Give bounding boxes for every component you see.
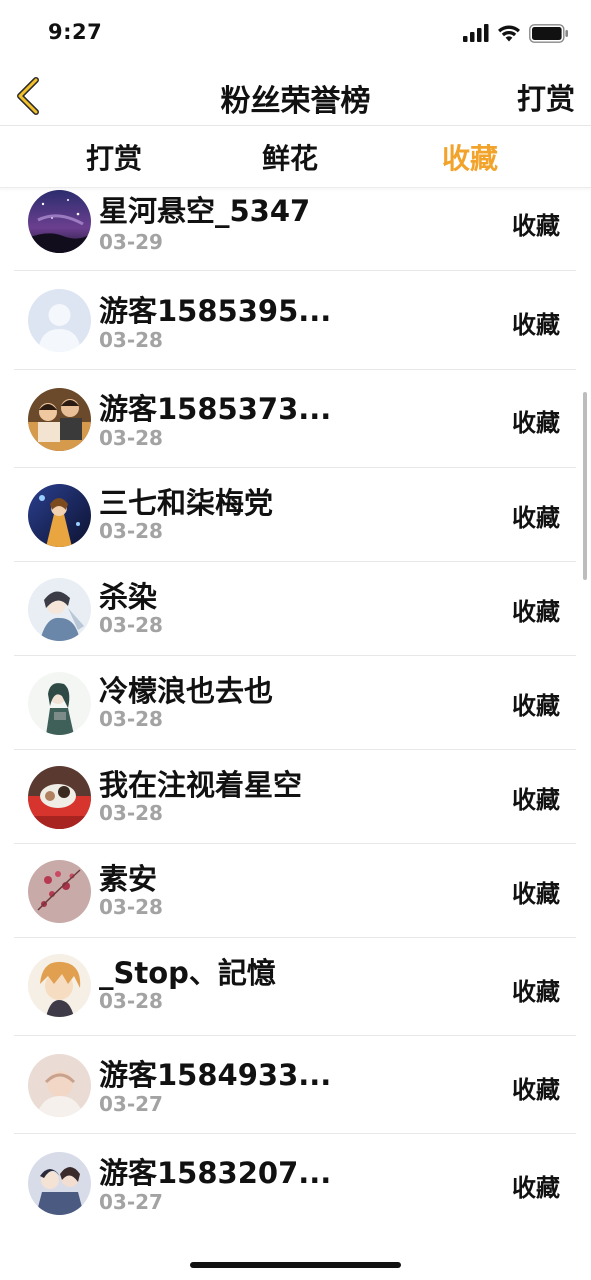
favorite-label: 收藏 bbox=[512, 692, 560, 720]
signal-icon bbox=[463, 24, 489, 42]
list-item[interactable]: 游客1583207... 03-27 收藏 bbox=[0, 1134, 591, 1232]
fan-name: 游客1585395... bbox=[99, 294, 332, 328]
favorite-label: 收藏 bbox=[512, 598, 560, 626]
list-item[interactable]: _Stop、記憶 03-28 收藏 bbox=[0, 938, 591, 1036]
avatar bbox=[28, 484, 91, 547]
list-item[interactable]: 游客1585395... 03-28 收藏 bbox=[0, 271, 591, 370]
fan-date: 03-28 bbox=[99, 328, 163, 352]
list-item[interactable]: 星河悬空_5347 03-29 收藏 bbox=[0, 188, 591, 271]
favorite-label: 收藏 bbox=[512, 212, 560, 240]
status-time: 9:27 bbox=[48, 20, 103, 44]
list-item[interactable]: 游客1585373... 03-28 收藏 bbox=[0, 370, 591, 468]
list-item[interactable]: 我在注视着星空 03-28 收藏 bbox=[0, 750, 591, 844]
avatar bbox=[28, 672, 91, 735]
home-indicator[interactable] bbox=[190, 1262, 401, 1268]
fan-date: 03-28 bbox=[99, 519, 163, 543]
favorite-label: 收藏 bbox=[512, 504, 560, 532]
tab-reward[interactable]: 打赏 bbox=[86, 137, 142, 177]
favorite-label: 收藏 bbox=[512, 786, 560, 814]
battery-icon bbox=[529, 24, 568, 43]
fan-name: 杀染 bbox=[99, 580, 158, 614]
fan-name: 冷檬浪也去也 bbox=[99, 674, 274, 708]
page-title: 粉丝荣誉榜 bbox=[220, 84, 371, 119]
fan-name: 素安 bbox=[99, 862, 158, 896]
scrollbar[interactable] bbox=[583, 392, 587, 580]
fan-date: 03-28 bbox=[99, 895, 163, 919]
fan-name: 游客1584933... bbox=[99, 1058, 332, 1092]
tab-favorites[interactable]: 收藏 bbox=[442, 137, 498, 177]
wifi-icon bbox=[498, 25, 520, 42]
fan-date: 03-29 bbox=[99, 230, 163, 254]
fan-date: 03-28 bbox=[99, 801, 163, 825]
avatar bbox=[28, 578, 91, 641]
favorite-label: 收藏 bbox=[512, 880, 560, 908]
tab-flowers[interactable]: 鲜花 bbox=[262, 137, 318, 177]
list-item[interactable]: 冷檬浪也去也 03-28 收藏 bbox=[0, 656, 591, 750]
favorite-label: 收藏 bbox=[512, 409, 560, 437]
fan-date: 03-28 bbox=[99, 707, 163, 731]
avatar bbox=[28, 1054, 91, 1117]
avatar bbox=[28, 289, 91, 352]
avatar bbox=[28, 388, 91, 451]
list-item[interactable]: 游客1584933... 03-27 收藏 bbox=[0, 1036, 591, 1134]
favorite-label: 收藏 bbox=[512, 978, 560, 1006]
nav-bar: 粉丝荣誉榜 打赏 bbox=[0, 66, 591, 126]
favorite-label: 收藏 bbox=[512, 311, 560, 339]
fan-name: 星河悬空_5347 bbox=[99, 194, 311, 228]
fan-name: 游客1585373... bbox=[99, 392, 332, 426]
avatar bbox=[28, 1152, 91, 1215]
fan-date: 03-28 bbox=[99, 989, 163, 1013]
status-bar: 9:27 bbox=[0, 0, 591, 66]
tab-bar: 打赏 鲜花 收藏 bbox=[0, 127, 591, 188]
fan-date: 03-28 bbox=[99, 426, 163, 450]
list-item[interactable]: 素安 03-28 收藏 bbox=[0, 844, 591, 938]
list-item[interactable]: 三七和柒梅党 03-28 收藏 bbox=[0, 468, 591, 562]
fan-name: 游客1583207... bbox=[99, 1156, 332, 1190]
fan-date: 03-27 bbox=[99, 1092, 163, 1116]
fan-name: 三七和柒梅党 bbox=[99, 486, 274, 520]
avatar bbox=[28, 190, 91, 253]
avatar bbox=[28, 766, 91, 829]
fan-date: 03-27 bbox=[99, 1190, 163, 1214]
reward-button[interactable]: 打赏 bbox=[517, 76, 575, 118]
list-item[interactable]: 杀染 03-28 收藏 bbox=[0, 562, 591, 656]
favorite-label: 收藏 bbox=[512, 1076, 560, 1104]
avatar bbox=[28, 954, 91, 1017]
fan-date: 03-28 bbox=[99, 613, 163, 637]
fan-name: 我在注视着星空 bbox=[99, 768, 303, 802]
avatar bbox=[28, 860, 91, 923]
favorite-label: 收藏 bbox=[512, 1174, 560, 1202]
fan-name: _Stop、記憶 bbox=[99, 956, 276, 990]
fan-list[interactable]: 星河悬空_5347 03-29 收藏 游客1585395... 03-28 收藏 bbox=[0, 188, 591, 1248]
